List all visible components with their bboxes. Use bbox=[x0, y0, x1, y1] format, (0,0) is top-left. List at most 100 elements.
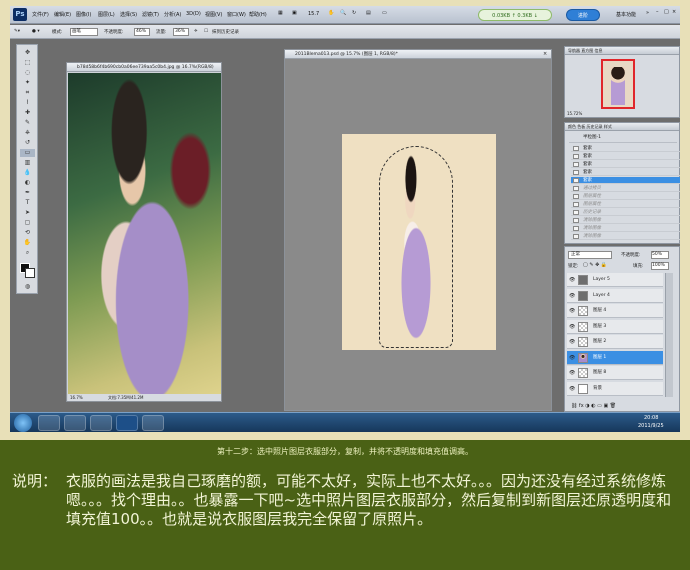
layer-row[interactable]: 👁 图层 3 bbox=[567, 319, 663, 334]
screen-mode-icon[interactable]: ▭ bbox=[382, 10, 387, 16]
blur-tool-icon[interactable]: 💧 bbox=[20, 169, 35, 177]
document-window-painting[interactable]: 2011Blema013.psd @ 15.7% (图层 1, RGB/8)* … bbox=[284, 49, 552, 411]
gradient-tool-icon[interactable]: ▥ bbox=[20, 159, 35, 167]
zoom-tool-icon[interactable]: 🔍 bbox=[340, 10, 346, 16]
layers-scrollbar[interactable] bbox=[665, 273, 673, 397]
background-color-swatch[interactable] bbox=[25, 268, 35, 278]
history-tabs[interactable]: 颜色 色板 历史记录 样式 bbox=[565, 123, 679, 131]
eraser-tool-icon[interactable]: ▭ bbox=[20, 149, 35, 157]
eyedropper-tool-icon[interactable]: ⌇ bbox=[20, 99, 35, 107]
layer-visibility-eye-icon[interactable]: 👁 bbox=[569, 370, 575, 376]
pen-tool-icon[interactable]: ✒ bbox=[20, 189, 35, 197]
menu-file[interactable]: 文件(F) bbox=[32, 11, 49, 18]
opacity-field[interactable]: 46% bbox=[134, 28, 150, 36]
document-tab-photo[interactable]: b78d58b6f4b690cb0a06ee739aa5c0b4.jpg @ 1… bbox=[67, 63, 221, 72]
menu-analysis[interactable]: 分析(A) bbox=[164, 11, 181, 18]
layer-visibility-eye-icon[interactable]: 👁 bbox=[569, 386, 575, 392]
dodge-tool-icon[interactable]: ◐ bbox=[20, 179, 35, 187]
layer-opacity-field[interactable]: 50% bbox=[651, 251, 669, 259]
workspace-chevron-icon[interactable]: » bbox=[646, 10, 649, 16]
menu-image[interactable]: 图像(I) bbox=[76, 11, 91, 18]
menu-layer[interactable]: 图层(L) bbox=[98, 11, 115, 18]
layer-row[interactable]: 👁 图层 8 bbox=[567, 366, 663, 380]
close-icon[interactable]: × bbox=[672, 9, 676, 15]
history-item[interactable]: 套索 bbox=[571, 169, 680, 176]
shape-tool-icon[interactable]: ▢ bbox=[20, 219, 35, 227]
history-item[interactable]: 通过拷贝 bbox=[571, 185, 680, 192]
healing-tool-icon[interactable]: ✚ bbox=[20, 109, 35, 117]
layer-visibility-eye-icon[interactable]: 👁 bbox=[569, 355, 575, 361]
history-item[interactable]: 套索 bbox=[571, 161, 680, 168]
document-window-photo[interactable]: b78d58b6f4b690cb0a06ee739aa5c0b4.jpg @ 1… bbox=[66, 62, 222, 402]
brush-tool-preset-icon[interactable]: ✎▾ bbox=[14, 29, 20, 34]
arrange-documents-icon[interactable]: ▤ bbox=[366, 10, 371, 16]
document-tab-painting[interactable]: 2011Blema013.psd @ 15.7% (图层 1, RGB/8)* bbox=[285, 50, 551, 59]
taskbar-media-icon[interactable] bbox=[64, 415, 86, 431]
lock-icons[interactable]: ▢ ✎ ✥ 🔒 bbox=[583, 262, 607, 268]
zoom-level[interactable]: 15.7 bbox=[308, 11, 319, 17]
layer-visibility-eye-icon[interactable]: 👁 bbox=[569, 324, 575, 330]
fill-field[interactable]: 100% bbox=[651, 262, 669, 270]
navigator-zoom[interactable]: 15.72% bbox=[567, 111, 582, 116]
menu-help[interactable]: 帮助(H) bbox=[249, 11, 267, 18]
jump-button[interactable]: 进阶 bbox=[566, 9, 600, 21]
menu-edit[interactable]: 编辑(E) bbox=[54, 11, 71, 18]
maximize-icon[interactable]: □ bbox=[664, 9, 669, 15]
zoom-tool-panel-icon[interactable]: ⌕ bbox=[20, 249, 35, 257]
clock-date[interactable]: 2011/9/25 bbox=[638, 423, 664, 429]
marquee-tool-icon[interactable]: ⬚ bbox=[20, 59, 35, 67]
mode-select[interactable]: 画笔 bbox=[70, 28, 98, 36]
menu-3d[interactable]: 3D(D) bbox=[186, 11, 201, 17]
workspace-switcher[interactable]: 基本功能 bbox=[616, 11, 636, 18]
clone-stamp-tool-icon[interactable]: ⎈ bbox=[20, 129, 35, 137]
path-select-tool-icon[interactable]: ➤ bbox=[20, 209, 35, 217]
layer-visibility-eye-icon[interactable]: 👁 bbox=[569, 293, 575, 299]
3d-rotate-tool-icon[interactable]: ⟲ bbox=[20, 229, 35, 237]
clock-time[interactable]: 20:08 bbox=[644, 415, 658, 421]
taskbar-photoshop-icon[interactable] bbox=[116, 415, 138, 431]
move-tool-icon[interactable]: ✥ bbox=[20, 49, 35, 57]
hand-tool-panel-icon[interactable]: ✋ bbox=[20, 239, 35, 247]
menu-select[interactable]: 选择(S) bbox=[120, 11, 137, 18]
taskbar-explorer-icon[interactable] bbox=[38, 415, 60, 431]
layer-visibility-eye-icon[interactable]: 👁 bbox=[569, 339, 575, 345]
erase-to-history-checkbox[interactable]: ☐ bbox=[204, 29, 208, 34]
blend-mode-select[interactable]: 正常 bbox=[568, 251, 612, 259]
history-item[interactable]: 清除图像 bbox=[571, 225, 680, 232]
bridge-icon[interactable]: ▦ bbox=[278, 10, 283, 16]
rotate-view-icon[interactable]: ↻ bbox=[352, 10, 356, 16]
history-item[interactable]: 清除图像 bbox=[571, 233, 680, 240]
brush-size-icon[interactable]: ● ▾ bbox=[32, 29, 40, 34]
layer-row[interactable]: 👁 Layer 5 bbox=[567, 273, 663, 287]
minibridge-icon[interactable]: ▣ bbox=[292, 10, 297, 16]
quick-select-tool-icon[interactable]: ✦ bbox=[20, 79, 35, 87]
layer-actions-icons[interactable]: ⛓ fx ◑ ◐ ▭ ▣ 🗑 bbox=[571, 403, 616, 409]
layer-row[interactable]: 👁 图层 2 bbox=[567, 335, 663, 349]
history-snapshot[interactable]: 半粒图-1 bbox=[569, 133, 677, 143]
navigator-tabs[interactable]: 导航器 直方图 信息 bbox=[565, 47, 679, 55]
start-button-icon[interactable] bbox=[14, 414, 32, 432]
flow-field[interactable]: 36% bbox=[173, 28, 189, 36]
photo-canvas[interactable] bbox=[68, 73, 221, 399]
hand-tool-icon[interactable]: ✋ bbox=[328, 10, 334, 16]
layer-row[interactable]: 👁 图层 1 bbox=[567, 350, 663, 365]
taskbar-qq-icon[interactable] bbox=[142, 415, 164, 431]
quick-mask-icon[interactable]: ◍ bbox=[20, 283, 35, 291]
navigator-preview[interactable] bbox=[601, 59, 635, 109]
menu-window[interactable]: 窗口(W) bbox=[227, 11, 246, 18]
crop-tool-icon[interactable]: ⌗ bbox=[20, 89, 35, 97]
selected-figure-marquee[interactable] bbox=[379, 146, 453, 348]
menu-filter[interactable]: 滤镜(T) bbox=[142, 11, 159, 18]
menu-view[interactable]: 视图(V) bbox=[205, 11, 222, 18]
history-item[interactable]: 套索 bbox=[571, 177, 680, 184]
layer-visibility-eye-icon[interactable]: 👁 bbox=[569, 277, 575, 283]
history-item[interactable]: 图层属性 bbox=[571, 193, 680, 200]
history-item[interactable]: 图层属性 bbox=[571, 201, 680, 208]
history-item[interactable]: 套索 bbox=[571, 153, 680, 160]
layer-visibility-eye-icon[interactable]: 👁 bbox=[569, 308, 575, 314]
layer-row[interactable]: 👁 背景 bbox=[567, 381, 663, 396]
layer-row[interactable]: 👁 Layer 4 bbox=[567, 288, 663, 303]
airbrush-icon[interactable]: ✈ bbox=[194, 29, 198, 34]
document-close-icon[interactable]: × bbox=[543, 51, 547, 57]
taskbar-ie-icon[interactable] bbox=[90, 415, 112, 431]
